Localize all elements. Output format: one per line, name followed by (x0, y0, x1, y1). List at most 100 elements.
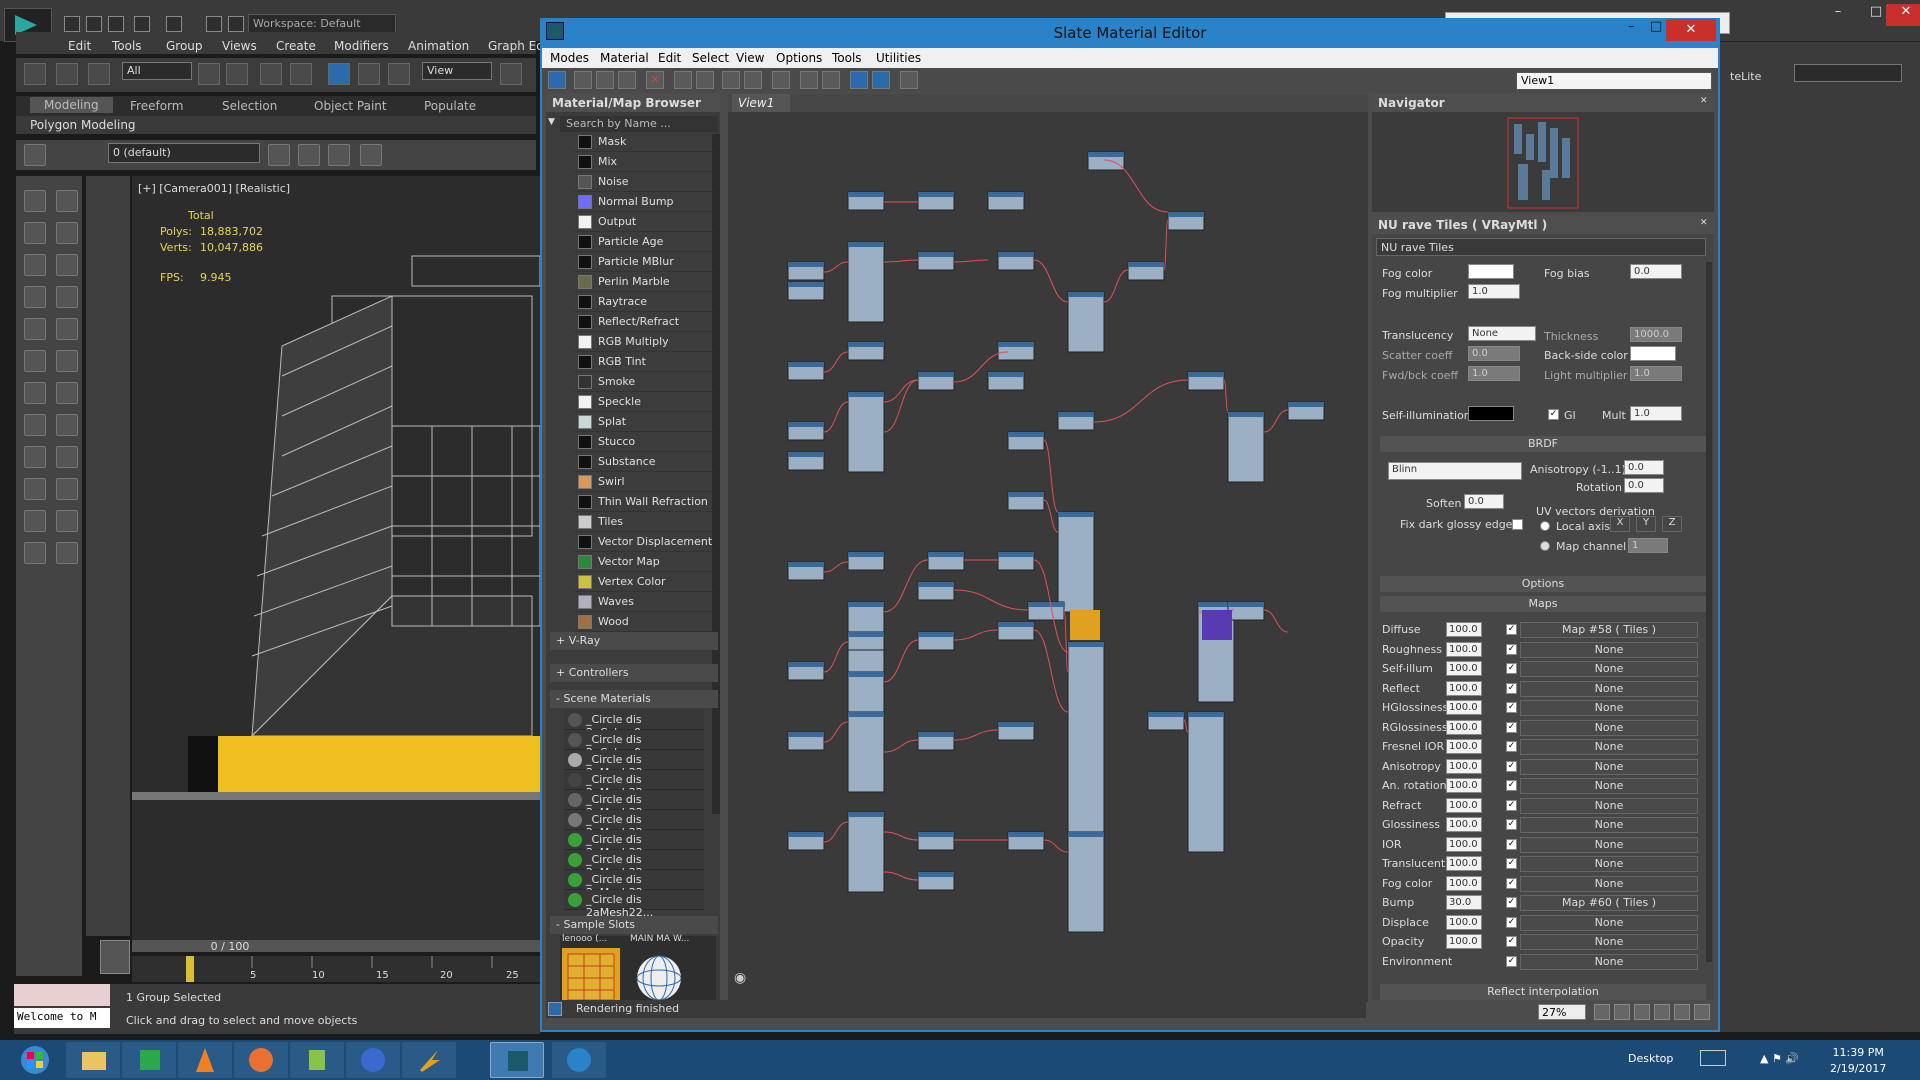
winamp-icon[interactable] (402, 1042, 456, 1078)
menu-graph-editors[interactable]: Graph Ed (488, 39, 544, 53)
modeling-tool-icon[interactable] (24, 190, 46, 212)
material-node[interactable] (1057, 411, 1095, 431)
navigator-close-icon[interactable]: ✕ (1700, 96, 1712, 108)
node-wire[interactable] (883, 379, 919, 403)
material-node[interactable] (1067, 641, 1105, 843)
map-enable-checkbox[interactable]: ✓ (1506, 897, 1517, 908)
explorer-icon[interactable] (66, 1042, 120, 1078)
keyboard-icon[interactable] (1700, 1050, 1726, 1066)
thickness-field[interactable]: 1000.0 (1630, 327, 1682, 342)
zoom-icon[interactable] (1614, 1004, 1630, 1020)
material-node[interactable] (787, 281, 825, 301)
save-file-icon[interactable] (108, 16, 124, 32)
map-channel-field[interactable]: 1 (1628, 538, 1668, 553)
map-item[interactable]: Vertex Color (574, 572, 714, 592)
map-slot-button[interactable]: None (1520, 700, 1698, 716)
material-node[interactable] (1067, 831, 1105, 933)
material-node[interactable] (917, 371, 955, 391)
material-node[interactable] (987, 371, 1025, 391)
scene-material-item[interactable]: _Circle dis 2aMesh22... (564, 890, 704, 919)
map-slot-button[interactable]: None (1520, 778, 1698, 794)
selection-filter-dropdown[interactable]: All (122, 62, 192, 80)
map-item[interactable]: Noise (574, 172, 714, 192)
scene-material-item[interactable]: _Circle dis 2aMesh22... (564, 770, 704, 799)
map-enable-checkbox[interactable]: ✓ (1506, 819, 1517, 830)
put-to-scene-icon[interactable] (596, 71, 614, 89)
node-wire[interactable] (1263, 409, 1289, 433)
mini-curve-editor-button[interactable] (100, 940, 130, 974)
modeling-tool-icon[interactable] (24, 350, 46, 372)
maxscript-welcome[interactable]: Welcome to M (14, 1008, 110, 1028)
node-wire[interactable] (883, 739, 919, 753)
map-amount-field[interactable]: 30.0 (1446, 895, 1482, 910)
map-item[interactable]: RGB Multiply (574, 332, 714, 352)
scene-material-item[interactable]: _Circle dis 2aMesh22... (564, 750, 704, 779)
map-slot-button[interactable]: None (1520, 817, 1698, 833)
self-illumination-swatch[interactable] (1468, 406, 1514, 421)
map-enable-checkbox[interactable]: ✓ (1506, 741, 1517, 752)
store-icon[interactable] (122, 1042, 176, 1078)
select-object-icon[interactable] (198, 63, 220, 85)
material-node[interactable] (917, 831, 955, 851)
bind-space-warp-icon[interactable] (88, 63, 110, 85)
select-by-material-icon[interactable] (900, 71, 918, 89)
link-icon[interactable] (24, 63, 46, 85)
camera-viewport[interactable] (132, 176, 540, 940)
material-node[interactable] (847, 341, 885, 361)
sme-menu-tools[interactable]: Tools (832, 51, 862, 65)
tab-freeform[interactable]: Freeform (130, 99, 183, 113)
rotation-field[interactable]: 0.0 (1624, 478, 1664, 493)
scene-material-item[interactable]: _Circle dis 2aMesh22... (564, 790, 704, 819)
param-close-icon[interactable]: ✕ (1700, 218, 1712, 230)
material-name-field[interactable]: NU rave Tiles (1376, 238, 1706, 256)
desktop-toolbar-label[interactable]: Desktop (1628, 1052, 1673, 1065)
material-node[interactable] (917, 251, 955, 271)
tab-modeling[interactable]: Modeling (30, 97, 113, 113)
3dsmax-taskbar-icon[interactable] (490, 1042, 544, 1078)
scene-material-item[interactable]: _Circle dis 2aColor_0... (564, 730, 704, 759)
material-node[interactable] (1187, 711, 1225, 853)
menu-views[interactable]: Views (222, 39, 257, 53)
layer-manager-icon[interactable] (24, 144, 46, 166)
vlc-icon[interactable] (178, 1042, 232, 1078)
open-file-icon[interactable] (86, 16, 102, 32)
modeling-tool-icon[interactable] (56, 414, 78, 436)
select-in-layer-icon[interactable] (328, 144, 350, 166)
node-wire[interactable] (953, 729, 999, 741)
map-amount-field[interactable]: 100.0 (1446, 934, 1482, 949)
map-item[interactable]: Mix (574, 152, 714, 172)
material-node[interactable] (1007, 491, 1045, 511)
axis-x-button[interactable]: X (1610, 516, 1630, 532)
map-amount-field[interactable]: 100.0 (1446, 758, 1482, 774)
material-node[interactable] (997, 341, 1035, 361)
sme-menu-options[interactable]: Options (776, 51, 822, 65)
menu-group[interactable]: Group (166, 39, 203, 53)
map-item[interactable]: Tiles (574, 512, 714, 532)
soften-field[interactable]: 0.0 (1464, 494, 1504, 509)
select-by-name-icon[interactable] (226, 63, 248, 85)
fix-dark-glossy-checkbox[interactable] (1512, 519, 1523, 530)
pivot-icon[interactable] (500, 63, 522, 85)
material-node[interactable] (1007, 831, 1045, 851)
sme-close-button[interactable]: ✕ (1666, 19, 1716, 41)
back-side-color-swatch[interactable] (1630, 346, 1676, 361)
map-item[interactable]: Waves (574, 592, 714, 612)
map-item[interactable]: Vector Displacement (574, 532, 714, 552)
sample-slot-tiles[interactable] (562, 948, 620, 1000)
modeling-tool-icon[interactable] (56, 318, 78, 340)
material-node[interactable] (787, 261, 825, 281)
scale-icon[interactable] (388, 63, 410, 85)
material-node[interactable] (1187, 371, 1225, 391)
scatter-coeff-field[interactable]: 0.0 (1468, 346, 1520, 361)
modeling-tool-icon[interactable] (24, 510, 46, 532)
move-icon[interactable] (328, 63, 350, 85)
node-wire[interactable] (953, 629, 999, 641)
material-node[interactable] (1127, 261, 1165, 281)
modeling-tool-icon[interactable] (56, 510, 78, 532)
map-enable-checkbox[interactable]: ✓ (1506, 643, 1517, 655)
self-illum-mult-field[interactable]: 1.0 (1630, 406, 1682, 421)
material-node[interactable] (1067, 291, 1105, 353)
map-slot-button[interactable]: Map #58 ( Tiles ) (1520, 622, 1698, 638)
material-node[interactable] (787, 731, 825, 751)
group-vray[interactable]: + V-Ray (550, 632, 718, 650)
